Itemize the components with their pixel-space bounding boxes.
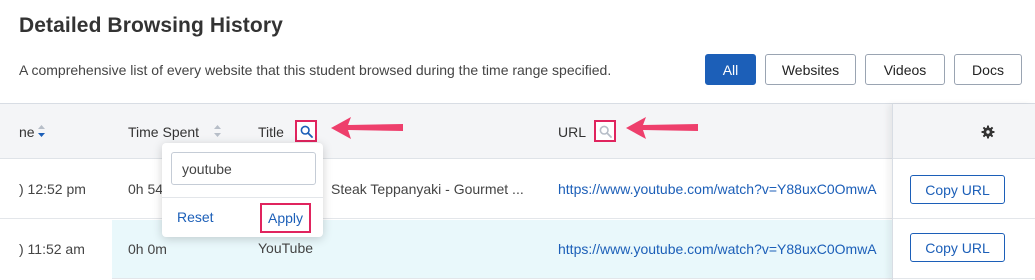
- divider: [162, 197, 323, 198]
- table-header: ne Time Spent Title URL: [0, 104, 1035, 159]
- filter-docs-button[interactable]: Docs: [954, 54, 1022, 85]
- column-header-url: URL: [558, 124, 587, 140]
- apply-button[interactable]: Apply: [260, 203, 311, 233]
- table-row[interactable]: ) 12:52 pm 0h 54 Steak Teppanyaki - Gour…: [0, 160, 892, 219]
- sort-icon[interactable]: [37, 124, 46, 138]
- column-header-time-spent[interactable]: Time Spent: [128, 124, 199, 140]
- browsing-history-table: ne Time Spent Title URL ) 12:52 pm 0h 54…: [0, 103, 1035, 280]
- column-header-time[interactable]: ne: [19, 124, 35, 140]
- sort-icon[interactable]: [213, 124, 222, 138]
- title-search-button[interactable]: [295, 120, 317, 142]
- row-time-spent: 0h 0m: [128, 241, 167, 257]
- row-time-spent: 0h 54: [128, 181, 164, 197]
- url-search-button[interactable]: [594, 120, 616, 142]
- row-title: Steak Teppanyaki - Gourmet ...: [331, 181, 524, 197]
- filter-videos-button[interactable]: Videos: [865, 54, 945, 85]
- title-filter-popup: Reset Apply: [162, 143, 323, 237]
- search-icon: [300, 125, 313, 138]
- copy-url-button[interactable]: Copy URL: [910, 175, 1005, 204]
- row-url-link[interactable]: https://www.youtube.com/watch?v=Y88uxC0O…: [558, 241, 877, 257]
- arrow-annotation-icon: [331, 117, 403, 139]
- filter-button-group: All Websites Videos Docs: [705, 54, 1022, 85]
- search-icon: [599, 125, 612, 138]
- page-description: A comprehensive list of every website th…: [19, 62, 612, 78]
- gear-icon[interactable]: [981, 125, 995, 139]
- row-time: ) 11:52 am: [19, 241, 85, 257]
- arrow-annotation-icon: [626, 117, 698, 139]
- row-time: ) 12:52 pm: [19, 181, 86, 197]
- page-title: Detailed Browsing History: [19, 14, 283, 37]
- column-header-title: Title: [258, 124, 284, 140]
- title-filter-input[interactable]: [171, 152, 316, 185]
- filter-websites-button[interactable]: Websites: [765, 54, 856, 85]
- row-title: YouTube: [258, 240, 314, 256]
- actions-column: Copy URL Copy URL: [892, 104, 1035, 280]
- row-url-link[interactable]: https://www.youtube.com/watch?v=Y88uxC0O…: [558, 181, 877, 197]
- table-row[interactable]: ) 11:52 am 0h 0m YouTube https://www.you…: [0, 220, 892, 279]
- filter-all-button[interactable]: All: [705, 54, 756, 85]
- reset-button[interactable]: Reset: [177, 209, 214, 225]
- copy-url-button[interactable]: Copy URL: [910, 233, 1005, 262]
